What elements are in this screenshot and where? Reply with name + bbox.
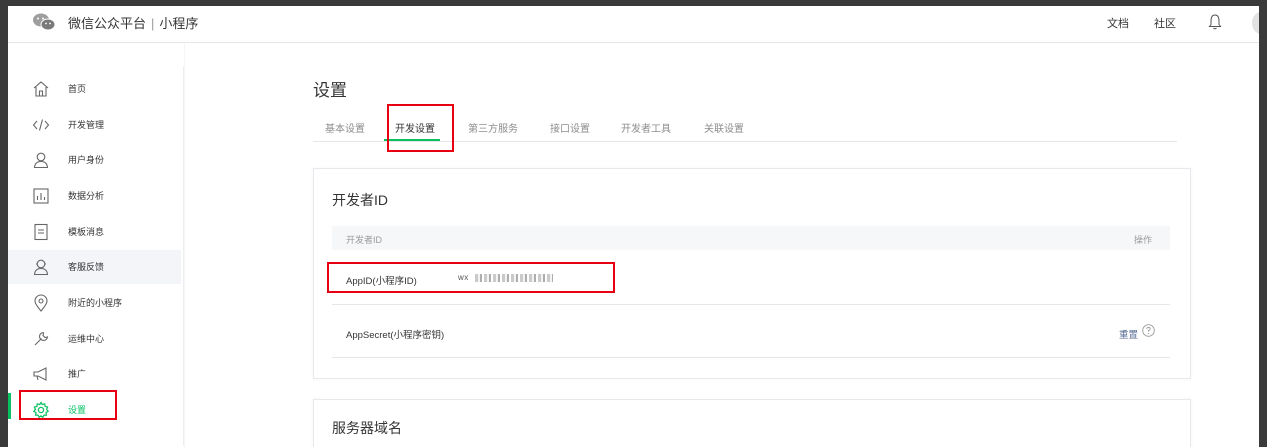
highlight-dev-settings-tab xyxy=(387,104,454,152)
sidebar-item-label: 客服反馈 xyxy=(68,262,105,272)
developer-id-card: 开发者ID 开发者ID 操作 AppID(小程序ID) wx AppSecret… xyxy=(313,168,1191,379)
sidebar-item-data-analysis[interactable]: 数据分析 xyxy=(8,179,181,213)
community-link[interactable]: 社区 xyxy=(1154,15,1176,31)
sidebar-divider xyxy=(183,66,184,446)
sidebar-item-customer-feedback[interactable]: 客服反馈 xyxy=(8,250,181,284)
sidebar-item-label: 开发管理 xyxy=(68,120,105,130)
active-indicator xyxy=(8,393,11,419)
notification-bell-icon[interactable] xyxy=(1207,13,1223,31)
card-title: 服务器域名 xyxy=(332,420,402,436)
table-row-divider xyxy=(332,357,1170,358)
sidebar: 首页 开发管理 用户身份 数据分析 模板消息 客服反馈 附近的小程序 运维中心 xyxy=(8,43,184,447)
code-icon xyxy=(32,119,50,131)
sidebar-item-template-messages[interactable]: 模板消息 xyxy=(8,215,181,249)
sidebar-item-dev-management[interactable]: 开发管理 xyxy=(8,108,181,142)
wechat-logo-icon[interactable] xyxy=(32,12,56,32)
appsecret-label: AppSecret(小程序密钥) xyxy=(346,330,445,341)
tab-related-settings[interactable]: 关联设置 xyxy=(704,120,744,135)
sidebar-item-label: 推广 xyxy=(68,369,87,379)
tab-api-settings[interactable]: 接口设置 xyxy=(550,120,590,135)
home-icon xyxy=(33,81,49,97)
reset-secret-link[interactable]: 重置 xyxy=(1119,327,1138,341)
sidebar-item-user-identity[interactable]: 用户身份 xyxy=(8,143,181,177)
brand-title[interactable]: 微信公众平台 | 小程序 xyxy=(68,13,198,32)
sidebar-item-nearby-miniprograms[interactable]: 附近的小程序 xyxy=(8,286,181,320)
sidebar-item-label: 附近的小程序 xyxy=(68,298,123,308)
sidebar-item-label: 模板消息 xyxy=(68,227,105,237)
top-bar: 微信公众平台 | 小程序 文档 社区 xyxy=(8,6,1259,43)
user-icon xyxy=(33,152,49,169)
table-header: 开发者ID 操作 xyxy=(332,226,1170,250)
megaphone-icon xyxy=(33,367,47,381)
sidebar-item-home[interactable]: 首页 xyxy=(8,72,181,106)
brand-name: 微信公众平台 xyxy=(68,16,147,31)
support-icon xyxy=(33,259,49,276)
tab-basic-settings[interactable]: 基本设置 xyxy=(325,120,365,135)
highlight-appid-row xyxy=(327,262,615,293)
highlight-settings-menu xyxy=(19,390,117,420)
main-content: 设置 基本设置 开发设置 第三方服务 接口设置 开发者工具 关联设置 开发者ID… xyxy=(185,43,1259,447)
table-row-divider xyxy=(332,304,1170,305)
docs-link[interactable]: 文档 xyxy=(1107,15,1129,31)
avatar[interactable] xyxy=(1252,12,1259,34)
location-icon xyxy=(34,294,48,312)
help-icon[interactable] xyxy=(1142,324,1155,337)
sidebar-item-label: 首页 xyxy=(68,84,87,94)
sidebar-item-ops-center[interactable]: 运维中心 xyxy=(8,322,181,356)
sidebar-item-promotion[interactable]: 推广 xyxy=(8,357,181,391)
sidebar-item-label: 用户身份 xyxy=(68,155,105,165)
tab-third-party[interactable]: 第三方服务 xyxy=(468,120,518,135)
brand-separator: | xyxy=(151,16,155,31)
chart-icon xyxy=(33,188,49,204)
tab-dev-tools[interactable]: 开发者工具 xyxy=(621,120,671,135)
product-name: 小程序 xyxy=(159,16,199,31)
card-title: 开发者ID xyxy=(332,192,388,208)
page-title: 设置 xyxy=(313,81,347,100)
sidebar-item-label: 数据分析 xyxy=(68,191,105,201)
wrench-icon xyxy=(34,331,49,346)
server-domain-card: 服务器域名 xyxy=(313,399,1191,447)
column-header-developer-id: 开发者ID xyxy=(346,235,383,245)
app-window: 微信公众平台|小程序 文档 社区 首页 开发管理 用户身份 数据分析 模板消 xyxy=(8,6,1259,447)
document-icon xyxy=(34,223,48,241)
column-header-action: 操作 xyxy=(1134,235,1153,245)
sidebar-item-label: 运维中心 xyxy=(68,334,105,344)
